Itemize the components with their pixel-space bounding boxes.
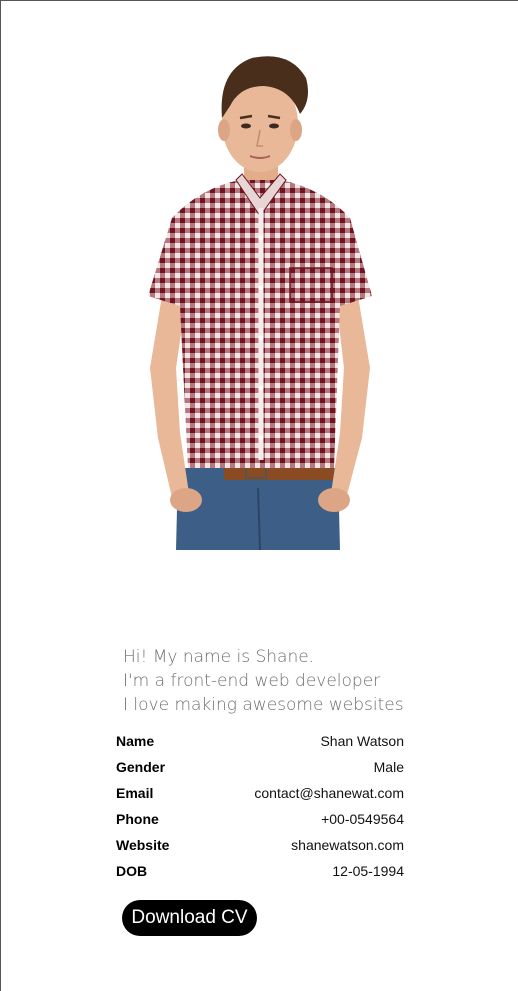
info-value: +00-0549564	[321, 811, 404, 827]
personal-info-list: Name Shan Watson Gender Male Email conta…	[116, 728, 404, 884]
info-label: DOB	[116, 863, 148, 879]
info-value: Shan Watson	[320, 733, 404, 749]
info-row-dob: DOB 12-05-1994	[116, 858, 404, 884]
intro-line-role: I'm a front-end web developer	[123, 671, 381, 691]
intro-line-passion: I love making awesome websites	[123, 695, 404, 715]
intro-line-greeting: Hi! My name is Shane.	[123, 647, 315, 667]
info-label: Email	[116, 785, 154, 801]
info-label: Name	[116, 733, 155, 749]
info-label: Website	[116, 837, 170, 853]
download-cv-button[interactable]: Download CV	[122, 900, 257, 936]
info-value: 12-05-1994	[332, 863, 404, 879]
profile-photo	[148, 56, 372, 550]
info-label: Phone	[116, 811, 159, 827]
info-value[interactable]: contact@shanewat.com	[254, 785, 404, 801]
info-row-name: Name Shan Watson	[116, 728, 404, 754]
intro-text: Hi! My name is Shane. I'm a front-end we…	[123, 645, 423, 717]
info-row-website: Website shanewatson.com	[116, 832, 404, 858]
info-row-email: Email contact@shanewat.com	[116, 780, 404, 806]
info-label: Gender	[116, 759, 166, 775]
info-value: Male	[373, 759, 404, 775]
info-row-gender: Gender Male	[116, 754, 404, 780]
info-row-phone: Phone +00-0549564	[116, 806, 404, 832]
info-value[interactable]: shanewatson.com	[291, 837, 404, 853]
